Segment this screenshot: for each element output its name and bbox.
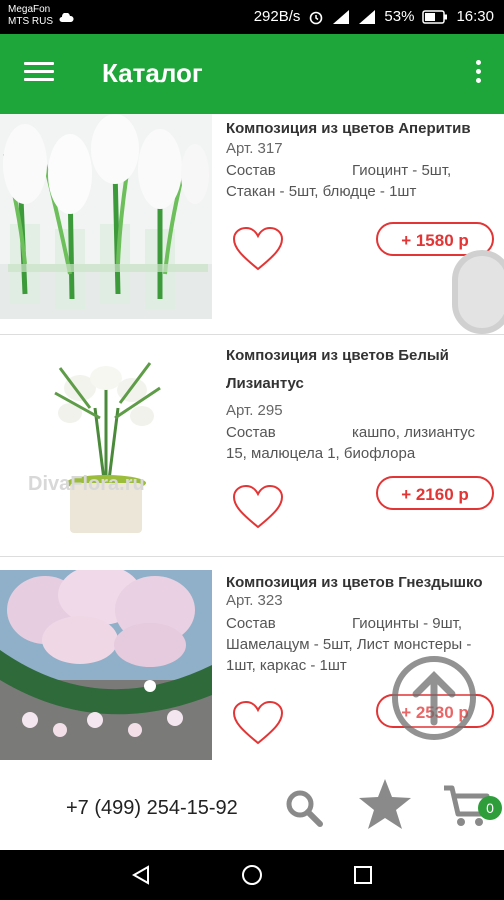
star-icon[interactable] [356, 776, 414, 834]
add-to-cart-price-button[interactable]: + 2160 р [376, 476, 494, 510]
system-nav-bar [0, 850, 504, 900]
search-icon[interactable] [284, 788, 324, 828]
product-name: Композиция из цветов Гнездышко [226, 574, 483, 591]
status-indicators: 292B/s 53% 16:30 [254, 8, 494, 25]
app-bar: Каталог [0, 34, 504, 114]
alarm-icon [310, 11, 323, 24]
composition-first: Гиоцинты - 9шт, [352, 615, 462, 632]
bottom-bar: +7 (499) 254-15-92 0 [0, 770, 504, 850]
composition-rest: Стакан - 5шт, блюдце - 1шт [226, 183, 417, 200]
more-options-icon[interactable] [474, 60, 482, 90]
cloud-icon [59, 13, 74, 22]
composition-label: Состав [226, 162, 276, 179]
composition-label: Состав [226, 615, 276, 632]
battery-icon [422, 9, 448, 24]
signal-icon [333, 9, 350, 24]
product-list[interactable]: Композиция из цветов Аперитив Арт. 317 С… [0, 114, 504, 770]
carrier-name-2: MTS RUS [8, 16, 53, 27]
watermark-text: DivaFlora.ru [28, 473, 145, 495]
status-bar: MegaFon MTS RUS 292B/s 53% 16:30 [0, 0, 504, 34]
product-composition: Состав кашпо, лизиантус 15, малюцела 1, б… [226, 422, 498, 464]
product-name: Композиция из цветов Аперитив [226, 120, 471, 137]
cart-icon[interactable]: 0 [442, 782, 504, 834]
phone-link[interactable]: +7 (499) 254-15-92 [66, 797, 238, 820]
recent-apps-icon[interactable] [352, 864, 374, 891]
favorite-heart-icon[interactable] [232, 484, 284, 530]
composition-first: Гиоцинт - 5шт, [352, 162, 452, 179]
side-scroll-handle[interactable] [452, 250, 504, 334]
favorite-heart-icon[interactable] [232, 700, 284, 746]
composition-first: кашпо, лизиантус [352, 424, 475, 441]
product-image[interactable] [0, 114, 212, 319]
battery-percent: 53% [384, 8, 415, 25]
product-article: Арт. 317 [226, 140, 283, 157]
product-image[interactable]: DivaFlora.ru [0, 348, 212, 553]
scroll-to-top-button[interactable] [392, 656, 476, 740]
clock: 16:30 [456, 8, 494, 25]
product-image[interactable] [0, 570, 212, 760]
product-composition: Состав Гиоцинт - 5шт, Стакан - 5шт, блюдц… [226, 160, 498, 202]
product-card[interactable]: DivaFlora.ru Композиция из цветов Белый … [0, 336, 504, 557]
signal-icon-2 [359, 9, 376, 24]
favorite-heart-icon[interactable] [232, 226, 284, 272]
network-speed: 292B/s [253, 8, 301, 25]
carrier-info: MegaFon MTS RUS [8, 4, 53, 28]
back-icon[interactable] [130, 864, 152, 891]
product-card[interactable]: Композиция из цветов Аперитив Арт. 317 С… [0, 114, 504, 335]
composition-label: Состав [226, 424, 276, 441]
cart-count-badge: 0 [478, 796, 502, 820]
composition-rest: 15, малюцела 1, биофлора [226, 445, 416, 462]
page-title: Каталог [102, 58, 203, 88]
arrow-up-icon [412, 671, 456, 726]
product-name: Композиция из цветов Белый Лизиантус [226, 347, 449, 392]
menu-icon[interactable] [24, 62, 54, 86]
product-article: Арт. 323 [226, 592, 283, 609]
home-icon[interactable] [241, 864, 263, 891]
product-article: Арт. 295 [226, 402, 283, 419]
carrier-name-1: MegaFon [8, 4, 51, 15]
